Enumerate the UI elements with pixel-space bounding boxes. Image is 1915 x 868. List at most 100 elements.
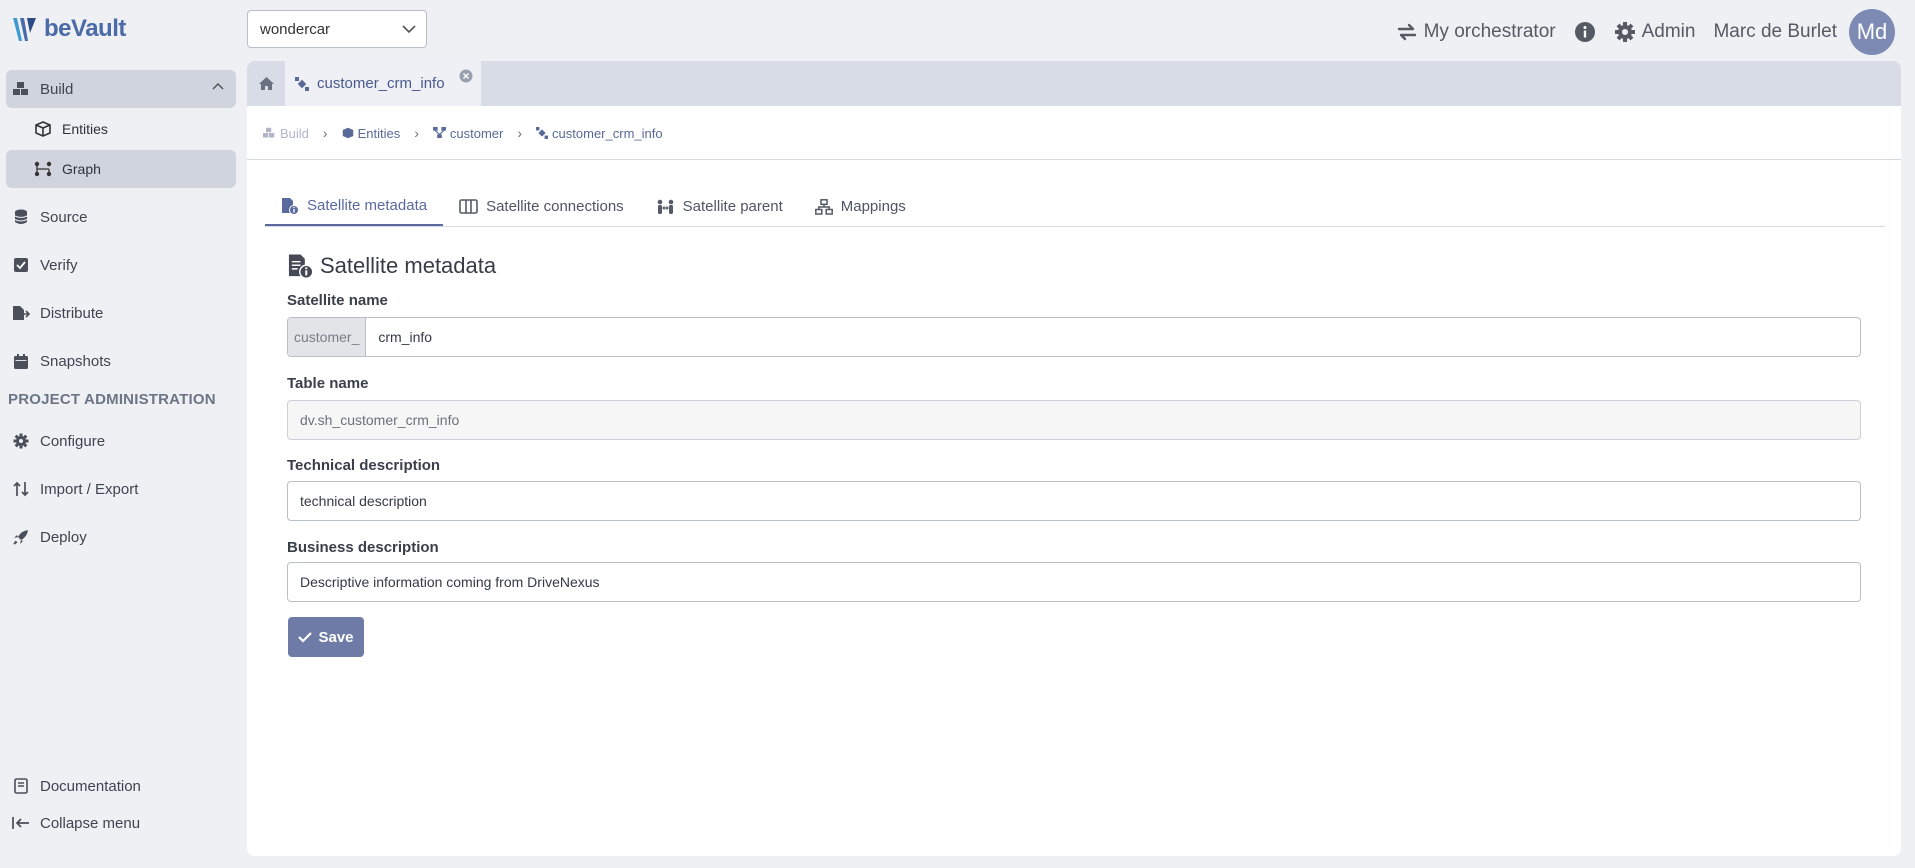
cube-icon: [34, 120, 52, 138]
orchestrator-label: My orchestrator: [1423, 21, 1556, 42]
technical-description-label: Technical description: [287, 457, 441, 474]
sidebar-item-label: Entities: [62, 121, 108, 137]
cube-icon: [342, 127, 353, 139]
satellite-tabs: Satellite metadata Satellite connections…: [265, 187, 1885, 227]
breadcrumb-entities[interactable]: Entities: [342, 125, 401, 141]
sidebar-item-label: Distribute: [40, 304, 104, 322]
tab-mappings[interactable]: Mappings: [799, 187, 922, 226]
sidebar-item-label: Collapse menu: [40, 814, 141, 832]
sidebar-item-source[interactable]: Source: [6, 198, 236, 236]
sync-arrows-icon: [1397, 23, 1416, 41]
tab-label: Satellite parent: [682, 198, 783, 215]
database-icon: [12, 208, 30, 226]
tab-label: customer_crm_info: [317, 75, 445, 92]
satellite-name-value: crm_info: [378, 329, 433, 345]
sidebar-item-deploy[interactable]: Deploy: [6, 518, 236, 556]
satellite-name-field[interactable]: customer_ crm_info: [287, 317, 1861, 357]
project-select[interactable]: wondercar: [247, 10, 427, 48]
admin-label: Admin: [1641, 21, 1696, 42]
tab-satellite-connections[interactable]: Satellite connections: [443, 187, 640, 226]
technical-description-field[interactable]: technical description: [287, 481, 1861, 521]
sidebar-item-build[interactable]: Build: [6, 70, 236, 108]
business-description-label: Business description: [287, 539, 439, 556]
info-icon: [1574, 22, 1595, 42]
sidebar-item-entities[interactable]: Entities: [6, 110, 236, 148]
rocket-icon: [12, 528, 30, 546]
orchestrator-link[interactable]: My orchestrator: [1396, 21, 1556, 43]
home-icon: [258, 77, 274, 90]
document-tab-bar: customer_crm_info: [247, 61, 1901, 106]
table-name-field: dv.sh_customer_crm_info: [287, 400, 1861, 440]
tab-label: Mappings: [840, 198, 906, 215]
sidebar-item-label: Configure: [40, 432, 106, 450]
sidebar-item-label: Verify: [40, 256, 78, 274]
tab-label: Satellite connections: [486, 198, 624, 215]
sidebar-item-label: Import / Export: [40, 480, 139, 498]
sidebar-item-import-export[interactable]: Import / Export: [6, 470, 236, 508]
gear-icon: [1614, 22, 1635, 42]
breadcrumb-customer[interactable]: customer: [432, 126, 503, 141]
main-panel: customer_crm_info Build › Entities › cus…: [247, 61, 1901, 856]
home-tab[interactable]: [247, 61, 285, 106]
breadcrumb-build-label: Build: [280, 125, 309, 141]
breadcrumb-entities-label: Entities: [357, 125, 401, 141]
breadcrumb-separator: ›: [322, 125, 328, 141]
technical-description-value: technical description: [300, 493, 427, 509]
avatar[interactable]: Md: [1849, 9, 1895, 55]
graph-icon: [34, 160, 52, 178]
tab-customer-crm-info[interactable]: customer_crm_info: [285, 61, 481, 106]
project-select-value: wondercar: [260, 20, 331, 38]
user-name[interactable]: Marc de Burlet: [1713, 21, 1837, 43]
tab-satellite-metadata[interactable]: Satellite metadata: [265, 187, 444, 226]
save-button-label: Save: [318, 628, 354, 646]
columns-icon: [459, 199, 478, 214]
section-title: Satellite metadata: [287, 253, 496, 279]
breadcrumb-current: customer_crm_info: [536, 126, 663, 141]
sidebar-item-label: Snapshots: [40, 352, 111, 370]
sidebar-item-verify[interactable]: Verify: [6, 246, 236, 284]
satellite-icon: [295, 76, 309, 91]
business-description-field[interactable]: Descriptive information coming from Driv…: [287, 562, 1861, 602]
project-administration-heading: PROJECT ADMINISTRATION: [8, 391, 216, 408]
sitemap-icon: [814, 198, 833, 215]
app-logo-text: beVault: [44, 15, 126, 42]
satellite-icon: [536, 127, 549, 139]
check-square-icon: [12, 256, 30, 274]
section-title-text: Satellite metadata: [320, 253, 497, 278]
satellite-name-prefix: customer_: [288, 318, 367, 356]
sort-arrows-icon: [12, 480, 30, 498]
app-logo[interactable]: beVault: [10, 14, 126, 44]
bevault-logo-icon: [13, 18, 36, 41]
chevron-down-icon: [402, 24, 416, 33]
hub-icon: [432, 127, 446, 139]
calendar-icon: [12, 352, 30, 370]
breadcrumb-separator: ›: [517, 125, 523, 141]
sidebar-item-configure[interactable]: Configure: [6, 422, 236, 460]
file-info-icon: [282, 197, 299, 215]
sidebar-item-label: Documentation: [40, 777, 141, 795]
business-description-value: Descriptive information coming from Driv…: [300, 574, 600, 590]
cubes-icon: [12, 80, 30, 98]
collapse-arrow-icon: [12, 814, 30, 832]
gear-icon: [12, 432, 30, 450]
sidebar-item-snapshots[interactable]: Snapshots: [6, 342, 236, 380]
people-arrows-icon: [657, 199, 673, 214]
cubes-icon: [263, 127, 275, 138]
admin-link[interactable]: Admin: [1614, 21, 1696, 43]
tab-label: Satellite metadata: [307, 197, 428, 214]
info-button[interactable]: [1574, 21, 1596, 43]
sidebar-item-label: Source: [40, 208, 88, 226]
sidebar-item-label: Deploy: [40, 528, 87, 546]
sidebar-item-documentation[interactable]: Documentation: [6, 767, 236, 805]
satellite-name-label: Satellite name: [287, 292, 388, 309]
sidebar-item-label: Graph: [62, 161, 101, 177]
collapse-menu-button[interactable]: Collapse menu: [6, 804, 236, 842]
tab-satellite-parent[interactable]: Satellite parent: [640, 187, 799, 226]
file-export-icon: [12, 304, 30, 322]
close-icon[interactable]: [459, 69, 473, 83]
save-button[interactable]: Save: [288, 617, 364, 657]
sidebar-item-graph[interactable]: Graph: [6, 150, 236, 188]
breadcrumb-build[interactable]: Build: [262, 126, 309, 141]
divider: [247, 159, 1901, 160]
sidebar-item-distribute[interactable]: Distribute: [6, 294, 236, 332]
